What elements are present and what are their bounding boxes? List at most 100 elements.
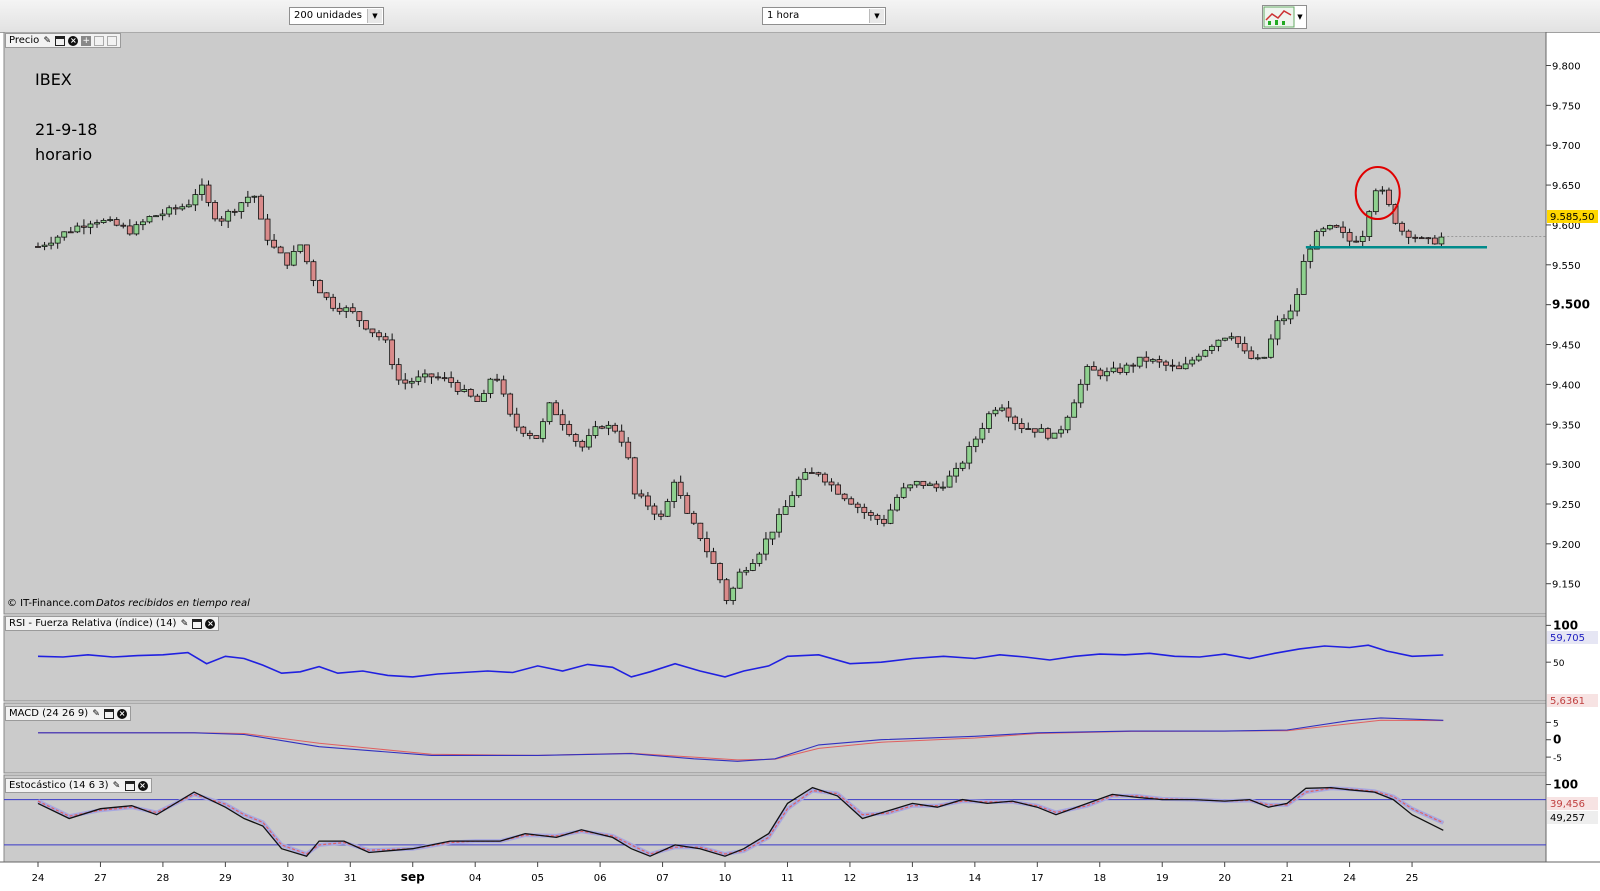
candle-body — [881, 518, 887, 524]
candle-body — [1018, 423, 1025, 429]
chevron-down-icon[interactable]: ▼ — [869, 9, 884, 23]
import-icon[interactable] — [107, 35, 118, 46]
wrench-icon[interactable]: ✎ — [91, 709, 101, 719]
macd-value: 5,6361 — [1550, 696, 1585, 707]
candle-body — [1241, 343, 1248, 352]
close-icon[interactable]: × — [137, 780, 148, 791]
candle-body — [795, 478, 802, 497]
candle-body — [979, 428, 986, 440]
timeframe-label: horario — [35, 145, 92, 164]
symbol-label: IBEX — [35, 70, 72, 89]
candle-body — [356, 311, 363, 322]
window-icon[interactable] — [55, 35, 66, 46]
candle-body — [422, 373, 428, 378]
wrench-icon[interactable]: ✎ — [112, 781, 122, 791]
candle-body — [986, 413, 992, 429]
candle-body — [533, 435, 540, 439]
candle-body — [1274, 320, 1281, 340]
candle-body — [835, 484, 841, 495]
candle-body — [926, 483, 933, 486]
candle-body — [1248, 350, 1255, 359]
x-tick-label: 11 — [781, 873, 794, 884]
chevron-down-icon[interactable]: ▼ — [1295, 10, 1305, 24]
candle-body — [113, 219, 120, 226]
candle-body — [559, 414, 566, 425]
export-icon[interactable] — [94, 35, 105, 46]
candle-body — [1261, 356, 1268, 359]
rsi-plot[interactable] — [3, 615, 1547, 702]
window-icon[interactable] — [192, 618, 203, 629]
candle-body — [1189, 359, 1196, 365]
chart-type-select[interactable]: ▼ — [1262, 5, 1307, 29]
candle-body — [1143, 356, 1150, 362]
x-tick-label: 24 — [1343, 873, 1356, 884]
candle-body — [1418, 237, 1425, 240]
candle-body — [310, 261, 317, 281]
candle-body — [107, 219, 114, 221]
interval-select-value: 1 hora — [767, 10, 800, 21]
candle-body — [402, 379, 409, 384]
candle-body — [1307, 248, 1314, 262]
candle-body — [87, 223, 94, 228]
candle-body — [297, 244, 304, 252]
stoch-d-value: 39,456 — [1550, 799, 1585, 810]
wrench-icon[interactable]: ✎ — [179, 619, 189, 629]
candle-body — [776, 513, 782, 533]
add-icon[interactable]: + — [81, 35, 92, 46]
wrench-icon[interactable]: ✎ — [42, 36, 52, 46]
candle-body — [1156, 359, 1163, 363]
candle-body — [1104, 371, 1110, 377]
candle-body — [507, 393, 514, 415]
x-tick-label: 31 — [344, 873, 357, 884]
window-icon[interactable] — [104, 708, 115, 719]
candle-body — [251, 195, 258, 198]
candle-body — [1176, 365, 1182, 370]
candle-body — [1195, 355, 1202, 361]
candle-body — [605, 424, 612, 429]
candle-body — [1130, 364, 1137, 367]
x-tick-label: 19 — [1156, 873, 1169, 884]
close-icon[interactable]: × — [68, 35, 79, 46]
candle-body — [284, 252, 291, 266]
units-select[interactable]: 200 unidades ▼ — [289, 7, 384, 25]
candle-body — [1038, 428, 1045, 433]
stochastic-tick-label: 100 — [1553, 778, 1578, 792]
candle-body — [1320, 228, 1327, 232]
rsi-pane-title: RSI - Fuerza Relativa (índice) (14) — [9, 618, 177, 629]
candle-body — [120, 224, 127, 227]
candle-body — [317, 280, 323, 294]
candle-body — [1051, 432, 1058, 439]
x-tick-label: 06 — [594, 873, 607, 884]
candle-body — [920, 480, 927, 486]
candle-body — [448, 377, 455, 383]
candle-body — [1425, 237, 1432, 240]
macd-plot[interactable] — [3, 702, 1547, 774]
candle-body — [828, 481, 835, 486]
x-tick-label: 25 — [1406, 873, 1419, 884]
chevron-down-icon[interactable]: ▼ — [367, 9, 382, 23]
close-icon[interactable]: × — [117, 708, 128, 719]
candle-body — [389, 339, 396, 366]
candle-body — [258, 195, 264, 220]
price-tick-label: 9.400 — [1552, 380, 1581, 391]
candle-body — [1123, 364, 1130, 373]
candle-body — [369, 328, 376, 334]
candle-body — [769, 531, 776, 540]
interval-select[interactable]: 1 hora ▼ — [762, 7, 886, 25]
candle-body — [166, 207, 173, 215]
window-icon[interactable] — [124, 780, 135, 791]
x-tick-label: 07 — [656, 873, 669, 884]
candle-body — [867, 512, 874, 516]
candle-body — [1097, 369, 1104, 377]
candle-body — [1025, 428, 1032, 430]
candle-body — [874, 514, 881, 520]
price-plot[interactable] — [3, 32, 1547, 615]
candle-body — [395, 364, 402, 381]
candle-body — [749, 563, 756, 571]
candle-body — [848, 498, 855, 505]
candle-body — [671, 481, 678, 502]
candle-body — [1372, 190, 1379, 213]
x-tick-label: 18 — [1093, 873, 1106, 884]
close-icon[interactable]: × — [205, 618, 216, 629]
candlestick-chart-icon — [1263, 6, 1295, 28]
